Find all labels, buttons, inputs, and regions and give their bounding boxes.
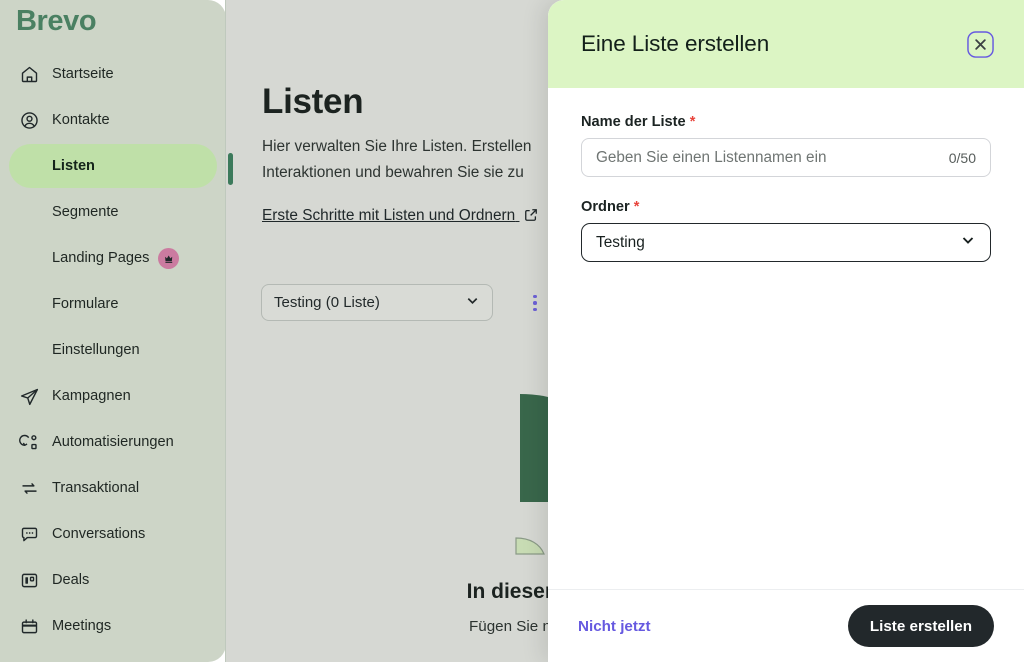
- sidebar-item-label: Automatisierungen: [52, 434, 174, 450]
- calendar-icon: [18, 615, 40, 637]
- required-marker: *: [689, 114, 696, 130]
- sidebar-item-transaktional[interactable]: Transaktional: [9, 466, 217, 510]
- sidebar-item-meetings[interactable]: Meetings: [9, 604, 217, 648]
- folder-filter-dropdown[interactable]: Testing (0 Liste): [261, 284, 493, 321]
- modal-title: Eine Liste erstellen: [581, 31, 770, 56]
- sidebar-item-label: Deals: [52, 572, 90, 588]
- sidebar-item-segmente[interactable]: Segmente: [9, 190, 217, 234]
- sidebar-item-label: Meetings: [52, 618, 112, 634]
- sidebar-item-label: Einstellungen: [52, 342, 140, 358]
- folder-label: Ordner *: [581, 199, 991, 215]
- list-name-label-text: Name der Liste: [581, 114, 686, 130]
- sidebar-item-startseite[interactable]: Startseite: [9, 52, 217, 96]
- modal-footer: Nicht jetzt Liste erstellen: [548, 589, 1024, 662]
- kebab-dot: [533, 307, 537, 312]
- sidebar-item-label: Formulare: [52, 296, 119, 312]
- external-link-icon: [524, 205, 538, 230]
- kebab-dot: [533, 294, 537, 299]
- sidebar-nav: Startseite Kontakte Listen Segmente Landing …: [0, 50, 226, 650]
- folder-filter-value: Testing (0 Liste): [274, 294, 380, 311]
- modal-header: Eine Liste erstellen: [548, 0, 1024, 88]
- automation-icon: [18, 431, 40, 453]
- page-description: Hier verwalten Sie Ihre Listen. Erstelle…: [262, 138, 532, 181]
- modal-body: Name der Liste * 0/50 Ordner * Testing: [548, 88, 1024, 262]
- folder-select[interactable]: Testing: [581, 223, 991, 262]
- folder-more-menu-button[interactable]: [522, 289, 548, 317]
- sidebar-item-automatisierungen[interactable]: Automatisierungen: [9, 420, 217, 464]
- help-link[interactable]: Erste Schritte mit Listen und Ordnern: [262, 203, 562, 230]
- create-list-button[interactable]: Liste erstellen: [847, 605, 994, 647]
- sidebar-item-einstellungen[interactable]: Einstellungen: [9, 328, 217, 372]
- sidebar-item-formulare[interactable]: Formulare: [9, 282, 217, 326]
- active-nav-indicator: [228, 153, 233, 185]
- chat-bubble-icon: [18, 523, 40, 545]
- transactional-icon: [18, 477, 40, 499]
- close-icon[interactable]: [967, 31, 994, 58]
- sidebar-item-kontakte[interactable]: Kontakte: [9, 98, 217, 142]
- home-icon: [18, 63, 40, 85]
- sidebar-item-deals[interactable]: Deals: [9, 558, 217, 602]
- sidebar-item-label: Listen: [52, 158, 95, 174]
- sidebar-item-label: Conversations: [52, 526, 146, 542]
- deals-icon: [18, 569, 40, 591]
- create-list-modal: Eine Liste erstellen Name der Liste * 0/…: [548, 0, 1024, 662]
- sidebar-item-landing-pages[interactable]: Landing Pages: [9, 236, 217, 280]
- list-name-field[interactable]: 0/50: [581, 138, 991, 177]
- user-circle-icon: [18, 109, 40, 131]
- sidebar: Brevo Startseite Kontakte Listen Segmente La…: [0, 0, 226, 662]
- page-title: Listen: [262, 82, 364, 121]
- chevron-down-icon: [960, 232, 976, 253]
- required-marker: *: [633, 199, 640, 215]
- chevron-down-icon: [465, 293, 480, 312]
- sidebar-item-conversations[interactable]: Conversations: [9, 512, 217, 556]
- app-root: Brevo Startseite Kontakte Listen Segmente La…: [0, 0, 1024, 662]
- crown-icon: [158, 247, 180, 269]
- kebab-dot: [533, 301, 537, 305]
- help-link-label: Erste Schritte mit Listen und Ordnern: [262, 207, 516, 224]
- brevo-logo[interactable]: Brevo: [16, 2, 97, 40]
- sidebar-item-kampagnen[interactable]: Kampagnen: [9, 374, 217, 418]
- sidebar-item-label: Kontakte: [52, 112, 110, 128]
- not-now-button[interactable]: Nicht jetzt: [578, 618, 651, 635]
- sidebar-item-label: Segmente: [52, 204, 119, 220]
- sidebar-item-listen[interactable]: Listen: [9, 144, 217, 188]
- paper-plane-icon: [18, 385, 40, 407]
- list-name-input[interactable]: [596, 148, 941, 167]
- folder-select-value: Testing: [596, 233, 645, 251]
- sidebar-item-label: Transaktional: [52, 480, 140, 496]
- sidebar-item-label: Kampagnen: [52, 388, 131, 404]
- list-name-label: Name der Liste *: [581, 114, 991, 130]
- sidebar-item-label: Startseite: [52, 66, 114, 82]
- sidebar-item-label: Landing Pages: [52, 250, 150, 266]
- character-counter: 0/50: [948, 149, 976, 166]
- folder-label-text: Ordner: [581, 199, 630, 215]
